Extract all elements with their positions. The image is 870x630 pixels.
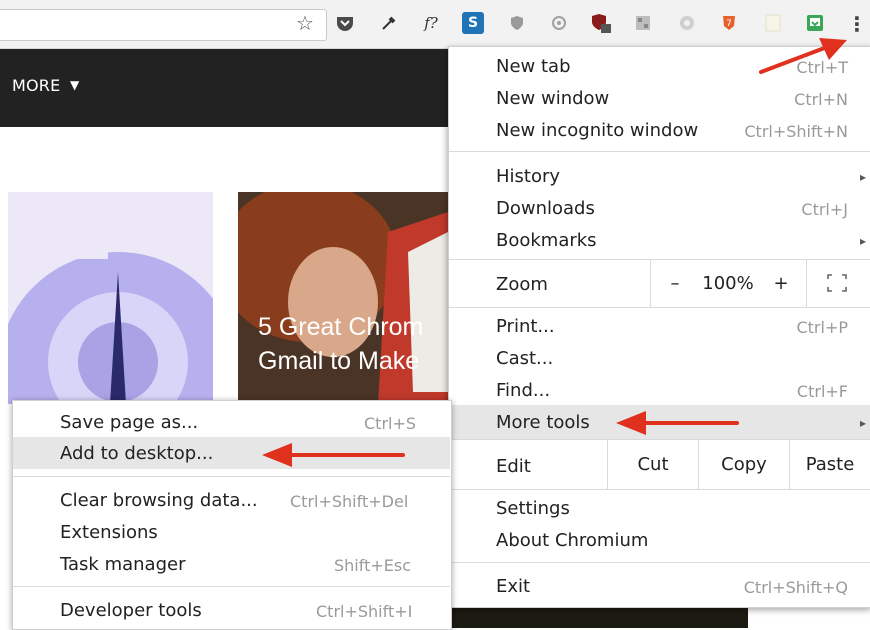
menu-separator — [449, 151, 870, 152]
shortcut-new-window: Ctrl+N — [794, 90, 848, 109]
menu-new-window[interactable]: New window — [496, 88, 609, 109]
menu-separator — [449, 307, 870, 308]
shortcut-downloads: Ctrl+J — [801, 200, 848, 219]
submenu-task-manager[interactable]: Task manager — [60, 554, 185, 575]
submenu-clear-browsing-data[interactable]: Clear browsing data... — [60, 490, 258, 511]
shortcut-new-incognito: Ctrl+Shift+N — [744, 122, 848, 141]
menu-separator — [449, 562, 870, 563]
browser-toolbar: ☆ f? S 7 ⋮ — [0, 0, 870, 49]
pocket-icon[interactable] — [334, 12, 356, 34]
shortcut-save-page: Ctrl+S — [364, 414, 417, 433]
circle-icon[interactable] — [676, 12, 698, 34]
menu-new-tab[interactable]: New tab — [496, 56, 571, 77]
menu-more-tools[interactable]: More tools — [496, 412, 590, 433]
menu-zoom: Zoom — [496, 274, 548, 295]
site-navbar — [0, 49, 448, 127]
card-title-line-2: Gmail to Make — [258, 347, 420, 375]
brave-icon[interactable]: 7 — [718, 12, 740, 34]
shield-icon[interactable] — [506, 12, 528, 34]
chevron-right-icon: ▸ — [860, 234, 867, 248]
chevron-right-icon: ▸ — [860, 170, 867, 184]
card-title-line-1: 5 Great Chrom — [258, 313, 424, 341]
address-bar[interactable] — [0, 9, 327, 41]
zoom-divider — [806, 259, 807, 307]
zoom-level: 100% — [702, 272, 754, 294]
shortcut-find: Ctrl+F — [796, 382, 848, 401]
menu-exit[interactable]: Exit — [496, 576, 530, 597]
menu-about-chromium[interactable]: About Chromium — [496, 530, 648, 551]
annotation-arrow-icon — [616, 411, 739, 435]
menu-downloads[interactable]: Downloads — [496, 198, 595, 219]
submenu-add-to-desktop[interactable]: Add to desktop... — [60, 443, 213, 464]
paste-button[interactable]: Paste — [790, 450, 870, 478]
copy-button[interactable]: Copy — [699, 450, 789, 478]
menu-find[interactable]: Find... — [496, 380, 550, 401]
eyedropper-icon[interactable] — [378, 12, 400, 34]
zoom-divider — [650, 259, 651, 307]
menu-new-incognito-window[interactable]: New incognito window — [496, 120, 698, 141]
submenu-developer-tools[interactable]: Developer tools — [60, 600, 202, 621]
submenu-separator — [13, 476, 450, 477]
star-icon[interactable]: ☆ — [296, 11, 314, 35]
menu-settings[interactable]: Settings — [496, 498, 570, 519]
zoom-in-button[interactable]: + — [766, 270, 796, 296]
shortcut-task-manager: Shift+Esc — [334, 556, 412, 575]
chevron-right-icon: ▸ — [860, 416, 867, 430]
shortcut-exit: Ctrl+Shift+Q — [743, 578, 848, 597]
article-card-title[interactable]: 5 Great Chrom Gmail to Make — [258, 310, 423, 378]
submenu-separator — [13, 586, 450, 587]
shortcut-print: Ctrl+P — [796, 318, 848, 337]
nav-more-link[interactable]: MORE — [12, 76, 60, 95]
article-card-gear-image[interactable] — [8, 192, 213, 404]
ublock-icon[interactable] — [590, 12, 612, 34]
note-icon[interactable] — [762, 12, 784, 34]
s-icon[interactable]: S — [462, 12, 484, 34]
submenu-extensions[interactable]: Extensions — [60, 522, 158, 543]
chevron-down-icon: ▼ — [70, 78, 80, 92]
menu-print[interactable]: Print... — [496, 316, 555, 337]
more-tools-submenu — [12, 400, 452, 630]
shortcut-clear-data: Ctrl+Shift+Del — [290, 492, 409, 511]
menu-edit: Edit — [496, 456, 531, 477]
zoom-out-button[interactable]: – — [660, 270, 690, 296]
menu-cast[interactable]: Cast... — [496, 348, 553, 369]
shortcut-developer-tools: Ctrl+Shift+I — [316, 602, 413, 621]
qr-icon[interactable] — [632, 12, 654, 34]
menu-bookmarks[interactable]: Bookmarks — [496, 230, 597, 251]
menu-separator — [449, 439, 870, 440]
fullscreen-icon[interactable] — [822, 270, 852, 296]
svg-text:7: 7 — [726, 19, 732, 29]
annotation-arrow-icon — [262, 443, 405, 467]
submenu-save-page-as[interactable]: Save page as... — [60, 412, 198, 433]
menu-history[interactable]: History — [496, 166, 560, 187]
cut-button[interactable]: Cut — [608, 450, 698, 478]
font-icon[interactable]: f? — [420, 12, 442, 34]
mouse-icon[interactable] — [548, 12, 570, 34]
annotation-arrow-icon — [759, 38, 847, 74]
menu-separator — [449, 489, 870, 490]
save-icon[interactable] — [804, 12, 826, 34]
